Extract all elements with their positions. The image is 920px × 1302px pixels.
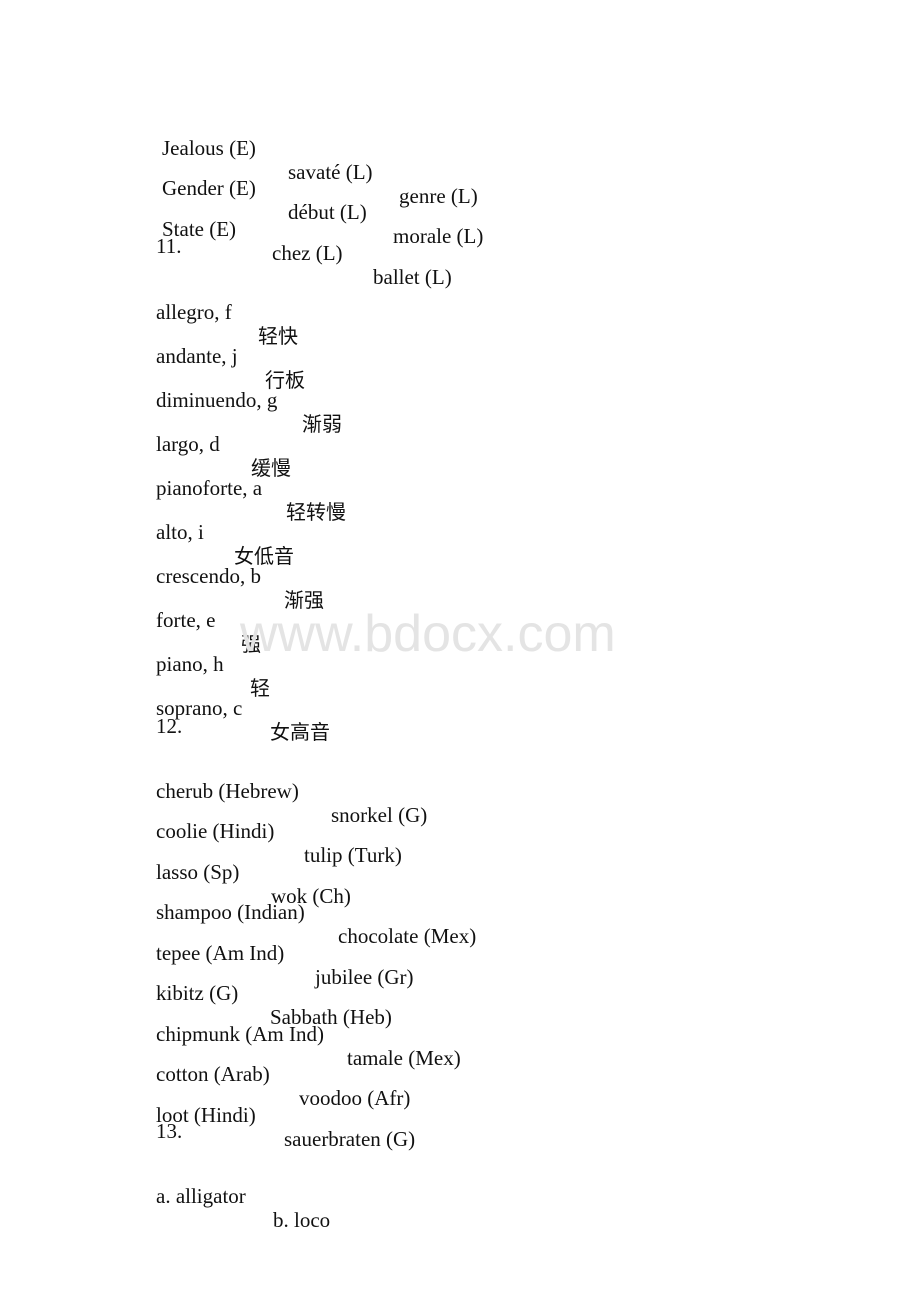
watermark: www.bdocx.com xyxy=(240,605,616,663)
word-cell: ballet (L) xyxy=(373,265,452,289)
term-meaning: 渐弱 xyxy=(302,412,342,436)
term-meaning: 强 xyxy=(241,632,261,656)
loanword: tamale (Mex) xyxy=(347,1046,461,1070)
section-number: 11. xyxy=(156,234,182,258)
answer-item: b. loco xyxy=(273,1208,331,1232)
loanword: cherub (Hebrew) xyxy=(156,779,299,803)
term-meaning: 轻快 xyxy=(258,324,298,348)
term-meaning: 轻 xyxy=(250,676,270,700)
loanword: chocolate (Mex) xyxy=(338,924,477,948)
loanword: tulip (Turk) xyxy=(304,843,402,867)
answer-item: a. alligator xyxy=(156,1184,246,1208)
document-page: Jealous (E) savaté (L) genre (L) Gender … xyxy=(0,0,920,1302)
section-number: 13. xyxy=(156,1119,183,1143)
word-cell: savaté (L) xyxy=(288,160,373,184)
section-number: 12. xyxy=(156,714,183,738)
term-meaning: 渐强 xyxy=(284,588,324,612)
loanword: voodoo (Afr) xyxy=(299,1086,411,1110)
loanword: sauerbraten (G) xyxy=(284,1127,416,1151)
term-meaning: 轻转慢 xyxy=(286,500,346,524)
term-meaning: 女高音 xyxy=(270,720,330,744)
word-cell: genre (L) xyxy=(399,184,478,208)
loanword: jubilee (Gr) xyxy=(315,965,414,989)
word-cell: morale (L) xyxy=(393,224,484,248)
loanword: snorkel (G) xyxy=(331,803,428,827)
loanword: chipmunk (Am Ind) xyxy=(156,1022,324,1046)
loanword: shampoo (Indian) xyxy=(156,900,305,924)
word-cell: chez (L) xyxy=(272,241,343,265)
answer-row: a. alligator b. loco xyxy=(156,1160,330,1256)
word-cell: début (L) xyxy=(288,200,367,224)
